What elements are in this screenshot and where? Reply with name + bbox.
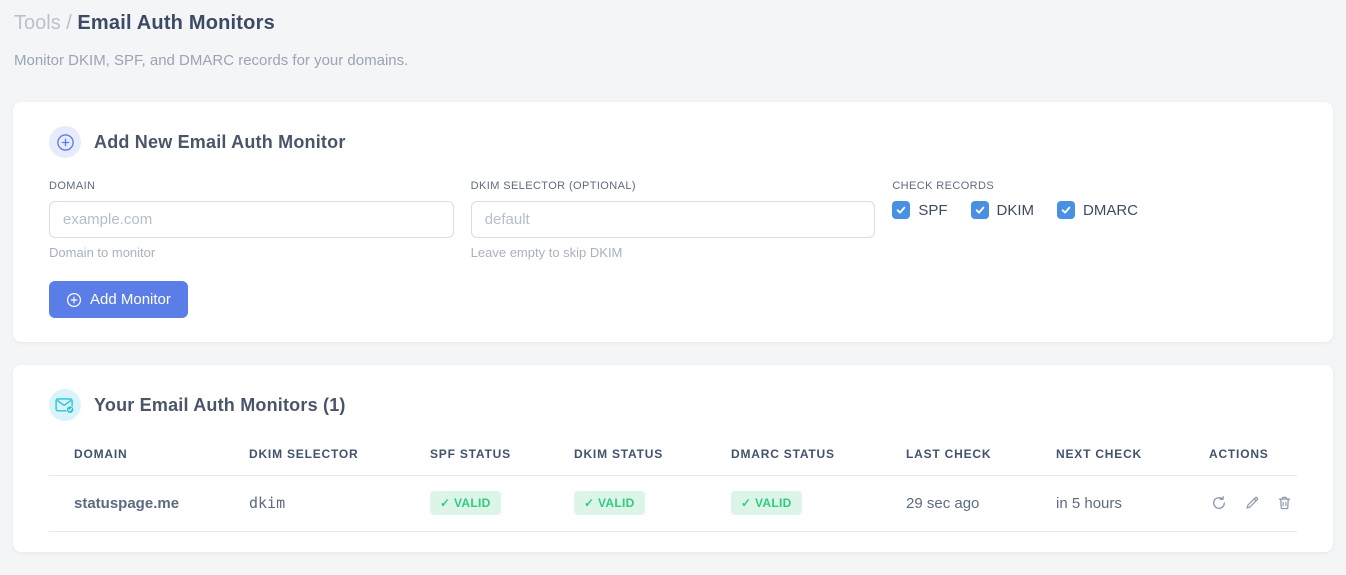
page-subtitle: Monitor DKIM, SPF, and DMARC records for… [14,52,409,69]
table-row: statuspage.me dkim ✓ VALID ✓ VALID ✓ VAL… [49,475,1297,532]
monitor-dmarc-status-cell: ✓ VALID [706,475,881,532]
column-header-dkim-status: DKIM STATUS [549,439,706,476]
checkbox-checked-icon[interactable] [892,201,911,219]
add-monitor-form: DOMAIN Domain to monitor DKIM SELECTOR (… [49,180,1297,260]
domain-input[interactable] [49,201,454,238]
dmarc-status-badge: ✓ VALID [731,491,802,515]
monitor-next-check: in 5 hours [1031,475,1184,532]
delete-button[interactable] [1275,493,1294,513]
column-header-spf-status: SPF STATUS [405,439,549,476]
monitor-actions-cell [1184,475,1297,532]
plus-circle-icon [66,292,82,308]
monitor-domain: statuspage.me [49,475,224,532]
column-header-dmarc-status: DMARC STATUS [706,439,881,476]
add-card-title: Add New Email Auth Monitor [94,131,346,152]
refresh-button[interactable] [1209,493,1229,513]
spf-status-badge: ✓ VALID [430,491,501,515]
checkbox-checked-icon[interactable] [970,201,989,219]
page-title: Email Auth Monitors [77,12,275,34]
breadcrumb-separator: / [66,12,78,34]
pencil-icon [1246,496,1259,509]
column-header-domain: DOMAIN [49,439,224,476]
domain-helper: Domain to monitor [49,245,156,260]
table-header-row: DOMAIN DKIM SELECTOR SPF STATUS DKIM STA… [49,439,1297,476]
column-header-next-check: NEXT CHECK [1031,439,1184,476]
monitors-card-title: Your Email Auth Monitors (1) [94,394,346,415]
monitor-last-check: 29 sec ago [881,475,1031,532]
checkbox-spf-label: SPF [918,201,948,219]
checkbox-dmarc-label: DMARC [1083,201,1139,219]
add-monitor-button-label: Add Monitor [90,291,171,308]
monitor-spf-status-cell: ✓ VALID [405,475,549,532]
dkim-selector-input[interactable] [470,201,876,238]
column-header-last-check: LAST CHECK [881,439,1031,476]
monitors-table: DOMAIN DKIM SELECTOR SPF STATUS DKIM STA… [49,439,1297,532]
email-check-icon [49,389,81,421]
domain-field-group: DOMAIN Domain to monitor [49,180,454,260]
column-header-dkim-selector: DKIM SELECTOR [224,439,405,476]
domain-label: DOMAIN [49,180,96,192]
checkbox-dkim-label: DKIM [996,201,1035,219]
actions-group [1209,493,1297,513]
refresh-icon [1213,496,1225,509]
check-records-group: CHECK RECORDS SPF DKIM DMARC [892,180,1297,260]
dkim-selector-label: DKIM SELECTOR (OPTIONAL) [470,180,636,192]
monitor-dkim-selector: dkim [224,475,405,532]
edit-button[interactable] [1242,493,1262,513]
monitor-dkim-status-cell: ✓ VALID [549,475,706,532]
check-records-label: CHECK RECORDS [892,180,995,192]
dkim-status-badge: ✓ VALID [574,491,645,515]
dkim-selector-field-group: DKIM SELECTOR (OPTIONAL) Leave empty to … [470,180,876,260]
monitors-card-header: Your Email Auth Monitors (1) [49,389,1297,421]
breadcrumb-section[interactable]: Tools [14,12,61,34]
checkbox-spf[interactable]: SPF [892,201,948,219]
trash-icon [1278,496,1291,510]
dkim-selector-helper: Leave empty to skip DKIM [470,245,623,260]
check-records-row: SPF DKIM DMARC [892,201,1297,219]
checkbox-dmarc[interactable]: DMARC [1057,201,1138,219]
checkbox-checked-icon[interactable] [1057,201,1076,219]
add-card-header: Add New Email Auth Monitor [49,126,1297,158]
checkbox-dkim[interactable]: DKIM [970,201,1035,219]
plus-circle-icon [49,126,81,158]
add-monitor-button[interactable]: Add Monitor [49,281,188,318]
monitors-card: Your Email Auth Monitors (1) DOMAIN DKIM… [13,365,1333,552]
breadcrumb: Tools / Email Auth Monitors [13,12,1333,35]
add-monitor-card: Add New Email Auth Monitor DOMAIN Domain… [13,102,1333,342]
column-header-actions: ACTIONS [1184,439,1297,476]
